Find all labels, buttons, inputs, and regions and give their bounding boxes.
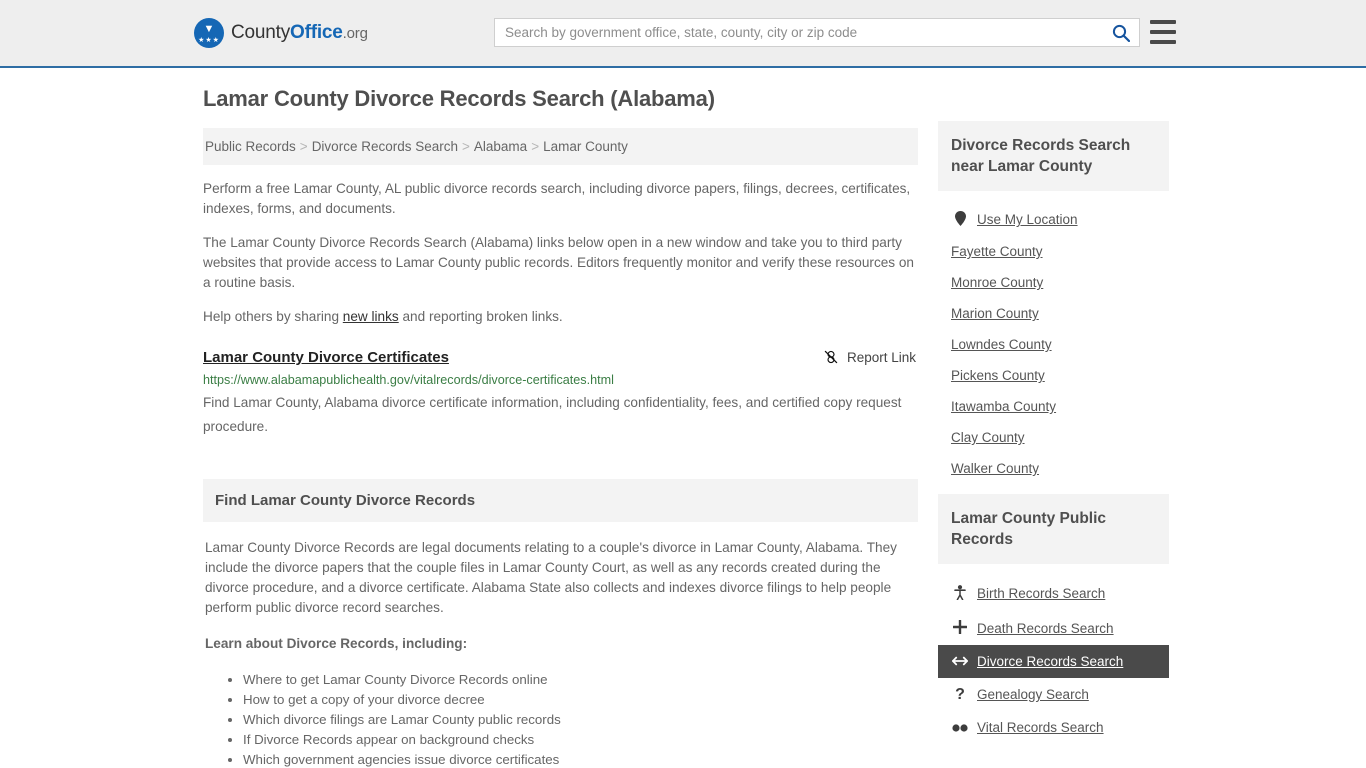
search-bar[interactable] — [494, 18, 1140, 47]
baby-icon — [951, 585, 969, 602]
breadcrumb: Public Records > Divorce Records Search > Al… — [203, 128, 918, 165]
new-links-link[interactable]: new links — [343, 309, 399, 324]
logo-text-part2: Office — [290, 22, 343, 43]
sidebar-item-walker-county[interactable]: Walker County — [938, 453, 1169, 484]
help-suffix: and reporting broken links. — [398, 309, 563, 324]
nearby-counties-list: Use My Location Fayette County Monroe Co… — [938, 191, 1169, 484]
result-title-link[interactable]: Lamar County Divorce Certificates — [203, 349, 449, 366]
sidebar-item-label[interactable]: Clay County — [951, 430, 1025, 445]
broken-link-icon — [824, 350, 838, 364]
sidebar-item-label[interactable]: Lowndes County — [951, 337, 1052, 352]
breadcrumb-separator: > — [299, 139, 308, 154]
result-item: Lamar County Divorce Certificates Report… — [203, 349, 918, 439]
sidebar-item-label[interactable]: Death Records Search — [977, 621, 1114, 636]
sidebar-item-pickens-county[interactable]: Pickens County — [938, 360, 1169, 391]
learn-about-heading: Learn about Divorce Records, including: — [205, 636, 468, 651]
report-link-button[interactable]: Report Link — [823, 349, 916, 365]
nearby-counties-heading: Divorce Records Search near Lamar County — [951, 137, 1131, 175]
public-records-list: Birth Records Search Death Records Searc… — [938, 564, 1169, 744]
list-item: Where to get Lamar County Divorce Record… — [243, 670, 916, 690]
sidebar-item-label[interactable]: Walker County — [951, 461, 1039, 476]
sidebar-item-death-records-search[interactable]: Death Records Search — [938, 611, 1169, 645]
help-paragraph: Help others by sharing new links and rep… — [203, 307, 918, 327]
public-records-heading: Lamar County Public Records — [951, 510, 1107, 548]
main-content: Lamar County Divorce Records Search (Ala… — [203, 86, 918, 768]
result-url: https://www.alabamapublichealth.gov/vita… — [203, 373, 614, 387]
breadcrumb-item-divorce-records-search[interactable]: Divorce Records Search — [312, 139, 458, 154]
sidebar-item-itawamba-county[interactable]: Itawamba County — [938, 391, 1169, 422]
sidebar-item-clay-county[interactable]: Clay County — [938, 422, 1169, 453]
breadcrumb-item-lamar-county: Lamar County — [543, 139, 628, 154]
sidebar-item-monroe-county[interactable]: Monroe County — [938, 267, 1169, 298]
sidebar-item-label[interactable]: Divorce Records Search — [977, 654, 1123, 669]
page-title: Lamar County Divorce Records Search (Ala… — [203, 86, 715, 111]
eagle-shield-icon: ▼ ★★★ — [194, 18, 224, 48]
nearby-counties-header: Divorce Records Search near Lamar County — [938, 121, 1169, 191]
help-prefix: Help others by sharing — [203, 309, 343, 324]
question-mark-icon: ? — [955, 685, 965, 703]
breadcrumb-item-public-records[interactable]: Public Records — [205, 139, 296, 154]
find-section-body: Lamar County Divorce Records are legal d… — [203, 522, 918, 768]
list-item: If Divorce Records appear on background … — [243, 730, 916, 750]
sidebar-item-label[interactable]: Fayette County — [951, 244, 1043, 259]
learn-about-list: Where to get Lamar County Divorce Record… — [205, 670, 916, 768]
breadcrumb-separator: > — [462, 139, 470, 154]
logo-text-part1: County — [231, 22, 291, 43]
sidebar-item-fayette-county[interactable]: Fayette County — [938, 236, 1169, 267]
report-link-label: Report Link — [846, 349, 916, 365]
sidebar-item-marion-county[interactable]: Marion County — [938, 298, 1169, 329]
breadcrumb-item-alabama[interactable]: Alabama — [474, 139, 527, 154]
sidebar-item-label[interactable]: Pickens County — [951, 368, 1045, 383]
hamburger-menu-icon[interactable] — [1150, 20, 1176, 44]
site-logo[interactable]: ▼ ★★★ CountyOffice.org — [194, 18, 368, 48]
breadcrumb-separator: > — [531, 139, 540, 154]
sidebar-item-label[interactable]: Birth Records Search — [977, 586, 1105, 601]
list-item: Which divorce filings are Lamar County p… — [243, 710, 916, 730]
public-records-header: Lamar County Public Records — [938, 494, 1169, 564]
sidebar-item-label[interactable]: Monroe County — [951, 275, 1043, 290]
sidebar-item-lowndes-county[interactable]: Lowndes County — [938, 329, 1169, 360]
cross-icon — [951, 619, 969, 636]
site-header: ▼ ★★★ CountyOffice.org — [0, 0, 1366, 68]
binoculars-icon — [951, 721, 969, 735]
search-input[interactable] — [495, 19, 1103, 46]
sidebar-item-label[interactable]: Use My Location — [977, 212, 1078, 227]
sidebar-item-vital-records-search[interactable]: Vital Records Search — [938, 711, 1169, 744]
find-section-header: Find Lamar County Divorce Records — [203, 479, 918, 522]
sidebar-item-label[interactable]: Genealogy Search — [977, 687, 1089, 702]
public-records-panel: Lamar County Public Records Birth Record… — [938, 494, 1169, 744]
find-section-heading: Find Lamar County Divorce Records — [215, 492, 476, 509]
sidebar-item-divorce-records-search[interactable]: Divorce Records Search — [938, 645, 1169, 678]
map-pin-icon — [951, 211, 969, 228]
search-icon — [1112, 24, 1130, 42]
sidebar-item-label[interactable]: Marion County — [951, 306, 1039, 321]
left-right-arrow-icon — [951, 655, 969, 669]
sidebar-item-use-my-location[interactable]: Use My Location — [938, 203, 1169, 236]
sidebar-item-genealogy-search[interactable]: ? Genealogy Search — [938, 678, 1169, 711]
list-item: Which government agencies issue divorce … — [243, 750, 916, 768]
find-section-paragraph: Lamar County Divorce Records are legal d… — [205, 540, 897, 615]
result-description: Find Lamar County, Alabama divorce certi… — [203, 395, 902, 434]
second-paragraph: The Lamar County Divorce Records Search … — [203, 235, 914, 290]
sidebar: Divorce Records Search near Lamar County… — [938, 121, 1169, 754]
search-button[interactable] — [1103, 19, 1139, 46]
intro-paragraph: Perform a free Lamar County, AL public d… — [203, 181, 911, 216]
list-item: How to get a copy of your divorce decree — [243, 690, 916, 710]
nearby-counties-panel: Divorce Records Search near Lamar County… — [938, 121, 1169, 484]
sidebar-item-birth-records-search[interactable]: Birth Records Search — [938, 576, 1169, 611]
sidebar-item-label[interactable]: Itawamba County — [951, 399, 1056, 414]
result-header: Lamar County Divorce Certificates Report… — [203, 349, 918, 366]
sidebar-item-label[interactable]: Vital Records Search — [977, 720, 1104, 735]
logo-text-part3: .org — [342, 25, 368, 42]
logo-text: CountyOffice.org — [231, 22, 368, 44]
